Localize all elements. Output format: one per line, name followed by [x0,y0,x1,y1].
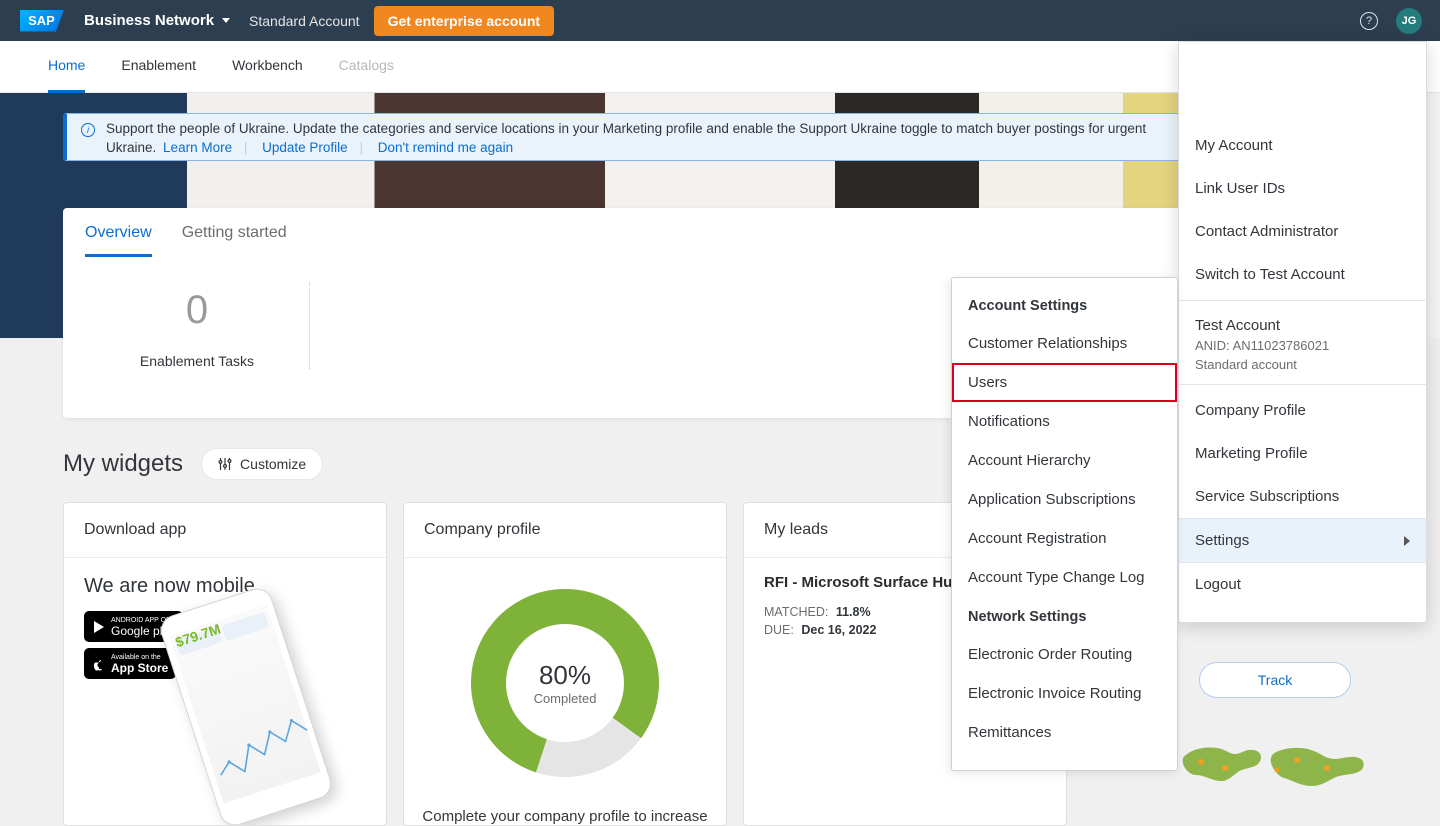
caret-down-icon[interactable] [222,18,230,23]
banner-text: Support the people of Ukraine. Update th… [106,120,1146,158]
world-map-icon [1177,740,1377,800]
menu-separator [1179,384,1426,385]
flyout-account-registration[interactable]: Account Registration [952,519,1177,558]
app-store-badge[interactable]: Available on theApp Store [84,648,176,679]
enablement-count: 0 [85,288,309,333]
track-button[interactable]: Track [1199,662,1351,698]
matched-label: MATCHED: [764,605,828,619]
due-label: DUE: [764,623,794,637]
flyout-header-network: Network Settings [952,597,1177,635]
track-pill-container: Track [1199,662,1351,698]
account-type-label: Standard Account [249,13,360,29]
flyout-header-account: Account Settings [952,292,1177,324]
nav-home[interactable]: Home [48,40,85,93]
banner-sep: | [359,140,363,155]
nav-enablement[interactable]: Enablement [121,40,196,93]
sliders-icon [218,457,232,471]
banner-update-profile-link[interactable]: Update Profile [262,140,348,155]
menu-logout[interactable]: Logout [1179,563,1426,606]
flyout-electronic-invoice-routing[interactable]: Electronic Invoice Routing [952,674,1177,713]
widget-row: Download app We are now mobile. ANDROID … [63,502,1067,826]
get-enterprise-button[interactable]: Get enterprise account [374,6,555,36]
nav-catalogs: Catalogs [339,40,394,93]
due-value: Dec 16, 2022 [801,623,876,637]
flyout-application-subscriptions[interactable]: Application Subscriptions [952,480,1177,519]
app-title[interactable]: Business Network [84,12,214,29]
avatar[interactable]: JG [1396,8,1422,34]
flyout-electronic-order-routing[interactable]: Electronic Order Routing [952,635,1177,674]
widget-company-profile: Company profile 80% Completed Complete y… [403,502,727,826]
menu-company-profile[interactable]: Company Profile [1179,389,1426,432]
menu-contact-admin[interactable]: Contact Administrator [1179,210,1426,253]
google-play-icon [92,620,106,634]
flyout-notifications[interactable]: Notifications [952,402,1177,441]
banner-dismiss-link[interactable]: Don't remind me again [378,140,513,155]
top-bar: SAP Business Network Standard Account Ge… [0,0,1440,41]
sparkline-icon [207,707,321,795]
flyout-type-change-log[interactable]: Account Type Change Log [952,558,1177,597]
tab-getting-started[interactable]: Getting started [182,224,287,257]
settings-flyout: Account Settings Customer Relationships … [951,277,1178,771]
widget-title: Download app [64,503,386,558]
profile-dropdown: My Account Link User IDs Contact Adminis… [1178,41,1427,623]
flyout-account-hierarchy[interactable]: Account Hierarchy [952,441,1177,480]
widgets-title: My widgets [63,450,183,478]
enablement-tasks-block[interactable]: 0 Enablement Tasks [85,282,310,369]
banner-sep: | [244,140,248,155]
flyout-customer-relationships[interactable]: Customer Relationships [952,324,1177,363]
phone-illustration: $79.7M [188,597,356,807]
matched-value: 11.8% [836,605,871,619]
banner-learn-more-link[interactable]: Learn More [163,140,232,155]
customize-button[interactable]: Customize [201,448,323,480]
enablement-label: Enablement Tasks [85,353,309,369]
mobile-headline: We are now mobile. [84,574,366,599]
profile-hint: Complete your company profile to increas… [404,808,726,825]
menu-link-user-ids[interactable]: Link User IDs [1179,167,1426,210]
meta-anid: ANID: AN11023786021 [1195,338,1410,353]
menu-settings[interactable]: Settings [1179,518,1426,563]
menu-separator [1179,300,1426,301]
widget-title: Company profile [404,503,726,558]
apple-icon [92,657,106,671]
menu-my-account[interactable]: My Account [1179,124,1426,167]
sap-logo: SAP [20,10,64,32]
widget-download-app: Download app We are now mobile. ANDROID … [63,502,387,826]
tab-overview[interactable]: Overview [85,224,152,257]
help-icon[interactable]: ? [1360,12,1378,30]
customize-label: Customize [240,456,306,472]
meta-test-account: Test Account [1195,317,1410,334]
widgets-header: My widgets Customize [63,448,323,480]
menu-account-meta: Test Account ANID: AN11023786021 Standar… [1179,305,1426,380]
donut-sublabel: Completed [534,691,597,706]
chevron-right-icon [1404,536,1410,546]
menu-service-subs[interactable]: Service Subscriptions [1179,475,1426,518]
flyout-remittances[interactable]: Remittances [952,713,1177,752]
banner-line2-word: Ukraine. [106,140,156,155]
meta-standard: Standard account [1195,357,1410,372]
flyout-users[interactable]: Users [952,363,1177,402]
banner-line1: Support the people of Ukraine. Update th… [106,121,1146,136]
menu-switch-test[interactable]: Switch to Test Account [1179,253,1426,296]
info-icon: i [81,123,95,137]
donut-percent: 80% [539,660,591,691]
profile-completion-donut: 80% Completed [447,565,684,802]
nav-workbench[interactable]: Workbench [232,40,303,93]
menu-marketing-profile[interactable]: Marketing Profile [1179,432,1426,475]
